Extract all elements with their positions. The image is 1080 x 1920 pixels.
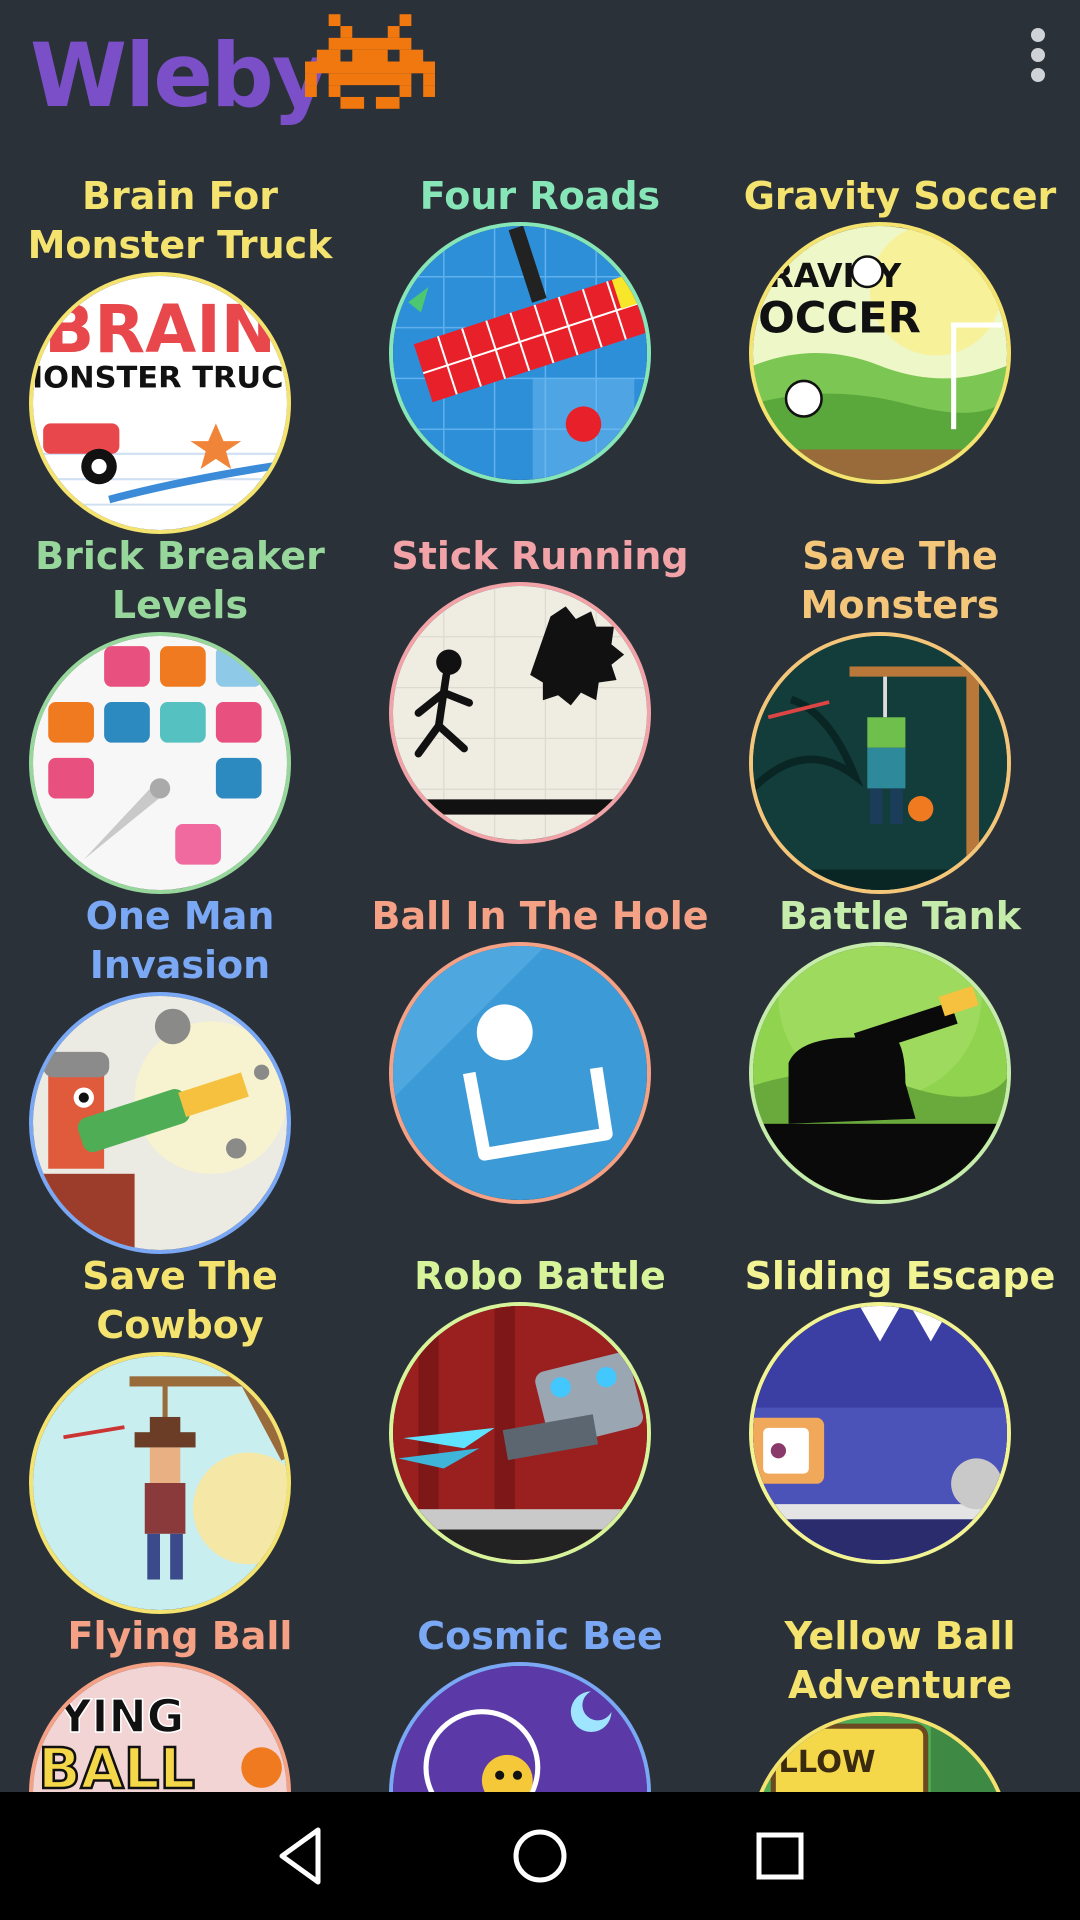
game-title: Battle Tank — [779, 894, 1021, 938]
app-title: Wleby — [30, 24, 329, 127]
svg-text:BRAIN: BRAIN — [44, 291, 276, 368]
game-card[interactable]: Save The Monsters — [720, 522, 1080, 894]
game-thumbnail[interactable] — [389, 222, 651, 484]
game-title: Save The Monsters — [800, 534, 1000, 627]
game-title: Save The Cowboy — [82, 1254, 278, 1347]
game-thumbnail[interactable]: LLOW — [749, 1712, 1011, 1792]
game-thumbnail[interactable] — [29, 632, 291, 894]
svg-text:OCCER: OCCER — [758, 294, 921, 344]
game-title: Cosmic Bee — [417, 1614, 663, 1658]
game-card[interactable]: One Man Invasion — [0, 882, 360, 1254]
home-circle-icon[interactable] — [502, 1818, 578, 1894]
cosmic-bee-image — [393, 1666, 647, 1792]
game-card[interactable]: Four Roads — [360, 162, 720, 522]
space-invader-icon — [305, 14, 435, 109]
game-card[interactable]: Flying Ball YING BALL — [0, 1602, 360, 1792]
game-card[interactable]: Sliding Escape — [720, 1242, 1080, 1602]
robo-battle-image — [393, 1306, 647, 1560]
game-thumbnail[interactable] — [749, 632, 1011, 894]
app-bar: Wleby — [0, 0, 1080, 150]
game-thumbnail[interactable] — [29, 1352, 291, 1614]
game-title: Brick Breaker Levels — [35, 534, 325, 627]
game-thumbnail[interactable] — [389, 1662, 651, 1792]
ball-in-hole-image — [393, 946, 647, 1200]
stick-running-image — [393, 586, 647, 840]
game-card[interactable]: Robo Battle — [360, 1242, 720, 1602]
game-card[interactable]: Cosmic Bee — [360, 1602, 720, 1792]
game-card[interactable]: Ball In The Hole — [360, 882, 720, 1242]
game-title: Robo Battle — [414, 1254, 666, 1298]
game-card[interactable]: Gravity Soccer RAVITY OCCER — [720, 162, 1080, 522]
game-grid: Brain For Monster Truck BRAIN MONSTER TR… — [0, 162, 1080, 1792]
game-thumbnail[interactable] — [389, 942, 651, 1204]
game-title: Four Roads — [419, 174, 661, 218]
game-card[interactable]: Battle Tank — [720, 882, 1080, 1242]
battle-tank-image — [753, 946, 1007, 1200]
game-thumbnail[interactable] — [389, 1302, 651, 1564]
game-card[interactable]: Save The Cowboy — [0, 1242, 360, 1614]
game-card[interactable]: Stick Running — [360, 522, 720, 882]
game-title: Brain For Monster Truck — [27, 174, 333, 267]
game-card[interactable]: Brick Breaker Levels — [0, 522, 360, 894]
game-thumbnail[interactable]: RAVITY OCCER — [749, 222, 1011, 484]
game-thumbnail[interactable] — [749, 942, 1011, 1204]
game-title: Yellow Ball Adventure — [784, 1614, 1016, 1707]
app-screen: Wleby Brain For Monster Truck BRAIN ONST… — [0, 0, 1080, 1920]
recents-square-icon[interactable] — [742, 1818, 818, 1894]
four-roads-image — [393, 226, 647, 480]
gravity-soccer-image: RAVITY OCCER — [753, 226, 1007, 480]
game-card[interactable]: Yellow Ball Adventure LLOW — [720, 1602, 1080, 1792]
save-monsters-image — [753, 636, 1007, 890]
save-cowboy-image — [33, 1356, 287, 1610]
back-triangle-icon[interactable] — [262, 1818, 338, 1894]
game-thumbnail[interactable]: YING BALL — [29, 1662, 291, 1792]
game-title: Sliding Escape — [744, 1254, 1056, 1298]
game-title: One Man Invasion — [85, 894, 275, 987]
svg-text:MONSTER TRUCK: MONSTER TRUCK — [33, 361, 287, 396]
brick-breaker-image — [33, 636, 287, 890]
system-nav-bar — [0, 1792, 1080, 1920]
game-card[interactable]: Brain For Monster Truck BRAIN MONSTER TR… — [0, 162, 360, 534]
sliding-escape-image — [753, 1306, 1007, 1560]
svg-text:BALL: BALL — [38, 1737, 195, 1792]
game-thumbnail[interactable] — [749, 1302, 1011, 1564]
svg-text:YING: YING — [57, 1690, 184, 1743]
one-man-invasion-image — [33, 996, 287, 1250]
brain-truck-image: BRAIN MONSTER TRUCK — [33, 276, 287, 530]
yellow-ball-adventure-image: LLOW — [753, 1716, 1007, 1792]
game-title: Stick Running — [391, 534, 689, 578]
game-title: Flying Ball — [67, 1614, 293, 1658]
svg-text:LLOW: LLOW — [778, 1745, 875, 1780]
game-thumbnail[interactable] — [29, 992, 291, 1254]
game-thumbnail[interactable]: BRAIN MONSTER TRUCK — [29, 272, 291, 534]
flying-ball-image: YING BALL — [33, 1666, 287, 1792]
game-title: Ball In The Hole — [371, 894, 709, 938]
game-title: Gravity Soccer — [743, 174, 1057, 218]
game-thumbnail[interactable] — [389, 582, 651, 844]
more-vertical-icon[interactable] — [1016, 24, 1060, 84]
